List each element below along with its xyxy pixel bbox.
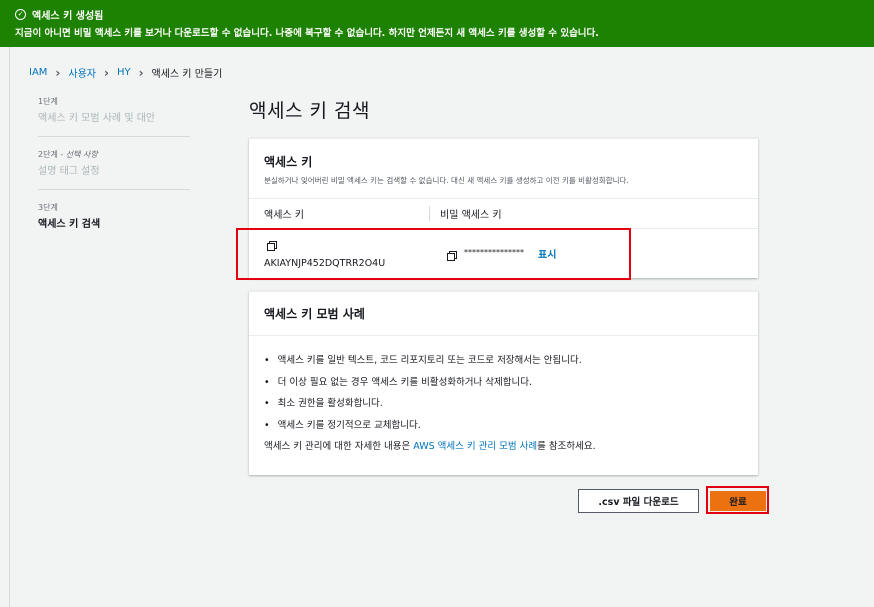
- highlight-box: [236, 228, 631, 280]
- step-number: 3단계: [38, 203, 58, 212]
- card-heading: 액세스 키 모범 사례: [249, 292, 758, 336]
- step-3: 3단계 액세스 키 검색: [38, 202, 190, 242]
- best-practices-list: 액세스 키를 일반 텍스트, 코드 리포지토리 또는 코드로 저장해서는 안됩니…: [249, 352, 758, 431]
- card-heading: 액세스 키: [264, 155, 313, 169]
- chevron-right-icon: ›: [103, 65, 109, 80]
- step-number: 2단계 - 선택 사항: [38, 150, 98, 159]
- banner-title: 액세스 키 생성됨: [32, 11, 104, 22]
- highlight-box: [706, 486, 769, 514]
- step-name: 액세스 키 검색: [38, 219, 101, 230]
- list-item: 더 이상 필요 없는 경우 액세스 키를 비활성화하거나 삭제합니다.: [264, 374, 758, 388]
- table-header: 액세스 키 비밀 액세스 키: [249, 199, 758, 229]
- step-name: 액세스 키 모범 사례 및 대안: [38, 113, 156, 124]
- column-access-key: 액세스 키: [264, 210, 304, 221]
- breadcrumb-current: 액세스 키 만들기: [151, 69, 223, 80]
- list-item: 액세스 키를 정기적으로 교체합니다.: [264, 417, 758, 431]
- chevron-right-icon: ›: [138, 65, 144, 80]
- chevron-right-icon: ›: [55, 65, 61, 80]
- breadcrumb-users[interactable]: 사용자: [68, 65, 96, 80]
- breadcrumb-user-hy[interactable]: HY: [117, 67, 131, 78]
- card-description: 분실하거나 잊어버린 비밀 액세스 키는 검색할 수 없습니다. 대신 새 액세…: [264, 176, 629, 185]
- best-practices-link[interactable]: AWS 액세스 키 관리 모범 사례: [413, 441, 537, 452]
- success-banner: ✓ 액세스 키 생성됨 지금이 아니면 비밀 액세스 키를 보거나 다운로드할 …: [0, 0, 874, 47]
- breadcrumb-iam[interactable]: IAM: [29, 67, 47, 78]
- best-practices-card: 액세스 키 모범 사례 액세스 키를 일반 텍스트, 코드 리포지토리 또는 코…: [249, 291, 758, 475]
- card-footer: 액세스 키 관리에 대한 자세한 내용은 AWS 액세스 키 관리 모범 사례를…: [264, 441, 596, 452]
- column-secret-key: 비밀 액세스 키: [429, 206, 502, 221]
- banner-message: 지금이 아니면 비밀 액세스 키를 보거나 다운로드할 수 없습니다. 나중에 …: [15, 28, 599, 39]
- wizard-steps: 1단계 액세스 키 모범 사례 및 대안 2단계 - 선택 사항 설명 태그 설…: [38, 96, 190, 254]
- step-name: 설명 태그 설정: [38, 166, 100, 177]
- step-2: 2단계 - 선택 사항 설명 태그 설정: [38, 149, 190, 190]
- check-circle-icon: ✓: [15, 9, 26, 20]
- step-number: 1단계: [38, 97, 58, 106]
- list-item: 액세스 키를 일반 텍스트, 코드 리포지토리 또는 코드로 저장해서는 안됩니…: [264, 352, 758, 366]
- step-optional: 선택 사항: [65, 150, 98, 159]
- download-csv-button[interactable]: .csv 파일 다운로드: [578, 489, 699, 513]
- breadcrumb: IAM › 사용자 › HY › 액세스 키 만들기: [29, 65, 223, 81]
- step-1: 1단계 액세스 키 모범 사례 및 대안: [38, 96, 190, 137]
- page-title: 액세스 키 검색: [249, 100, 370, 122]
- list-item: 최소 권한을 활성화합니다.: [264, 395, 758, 409]
